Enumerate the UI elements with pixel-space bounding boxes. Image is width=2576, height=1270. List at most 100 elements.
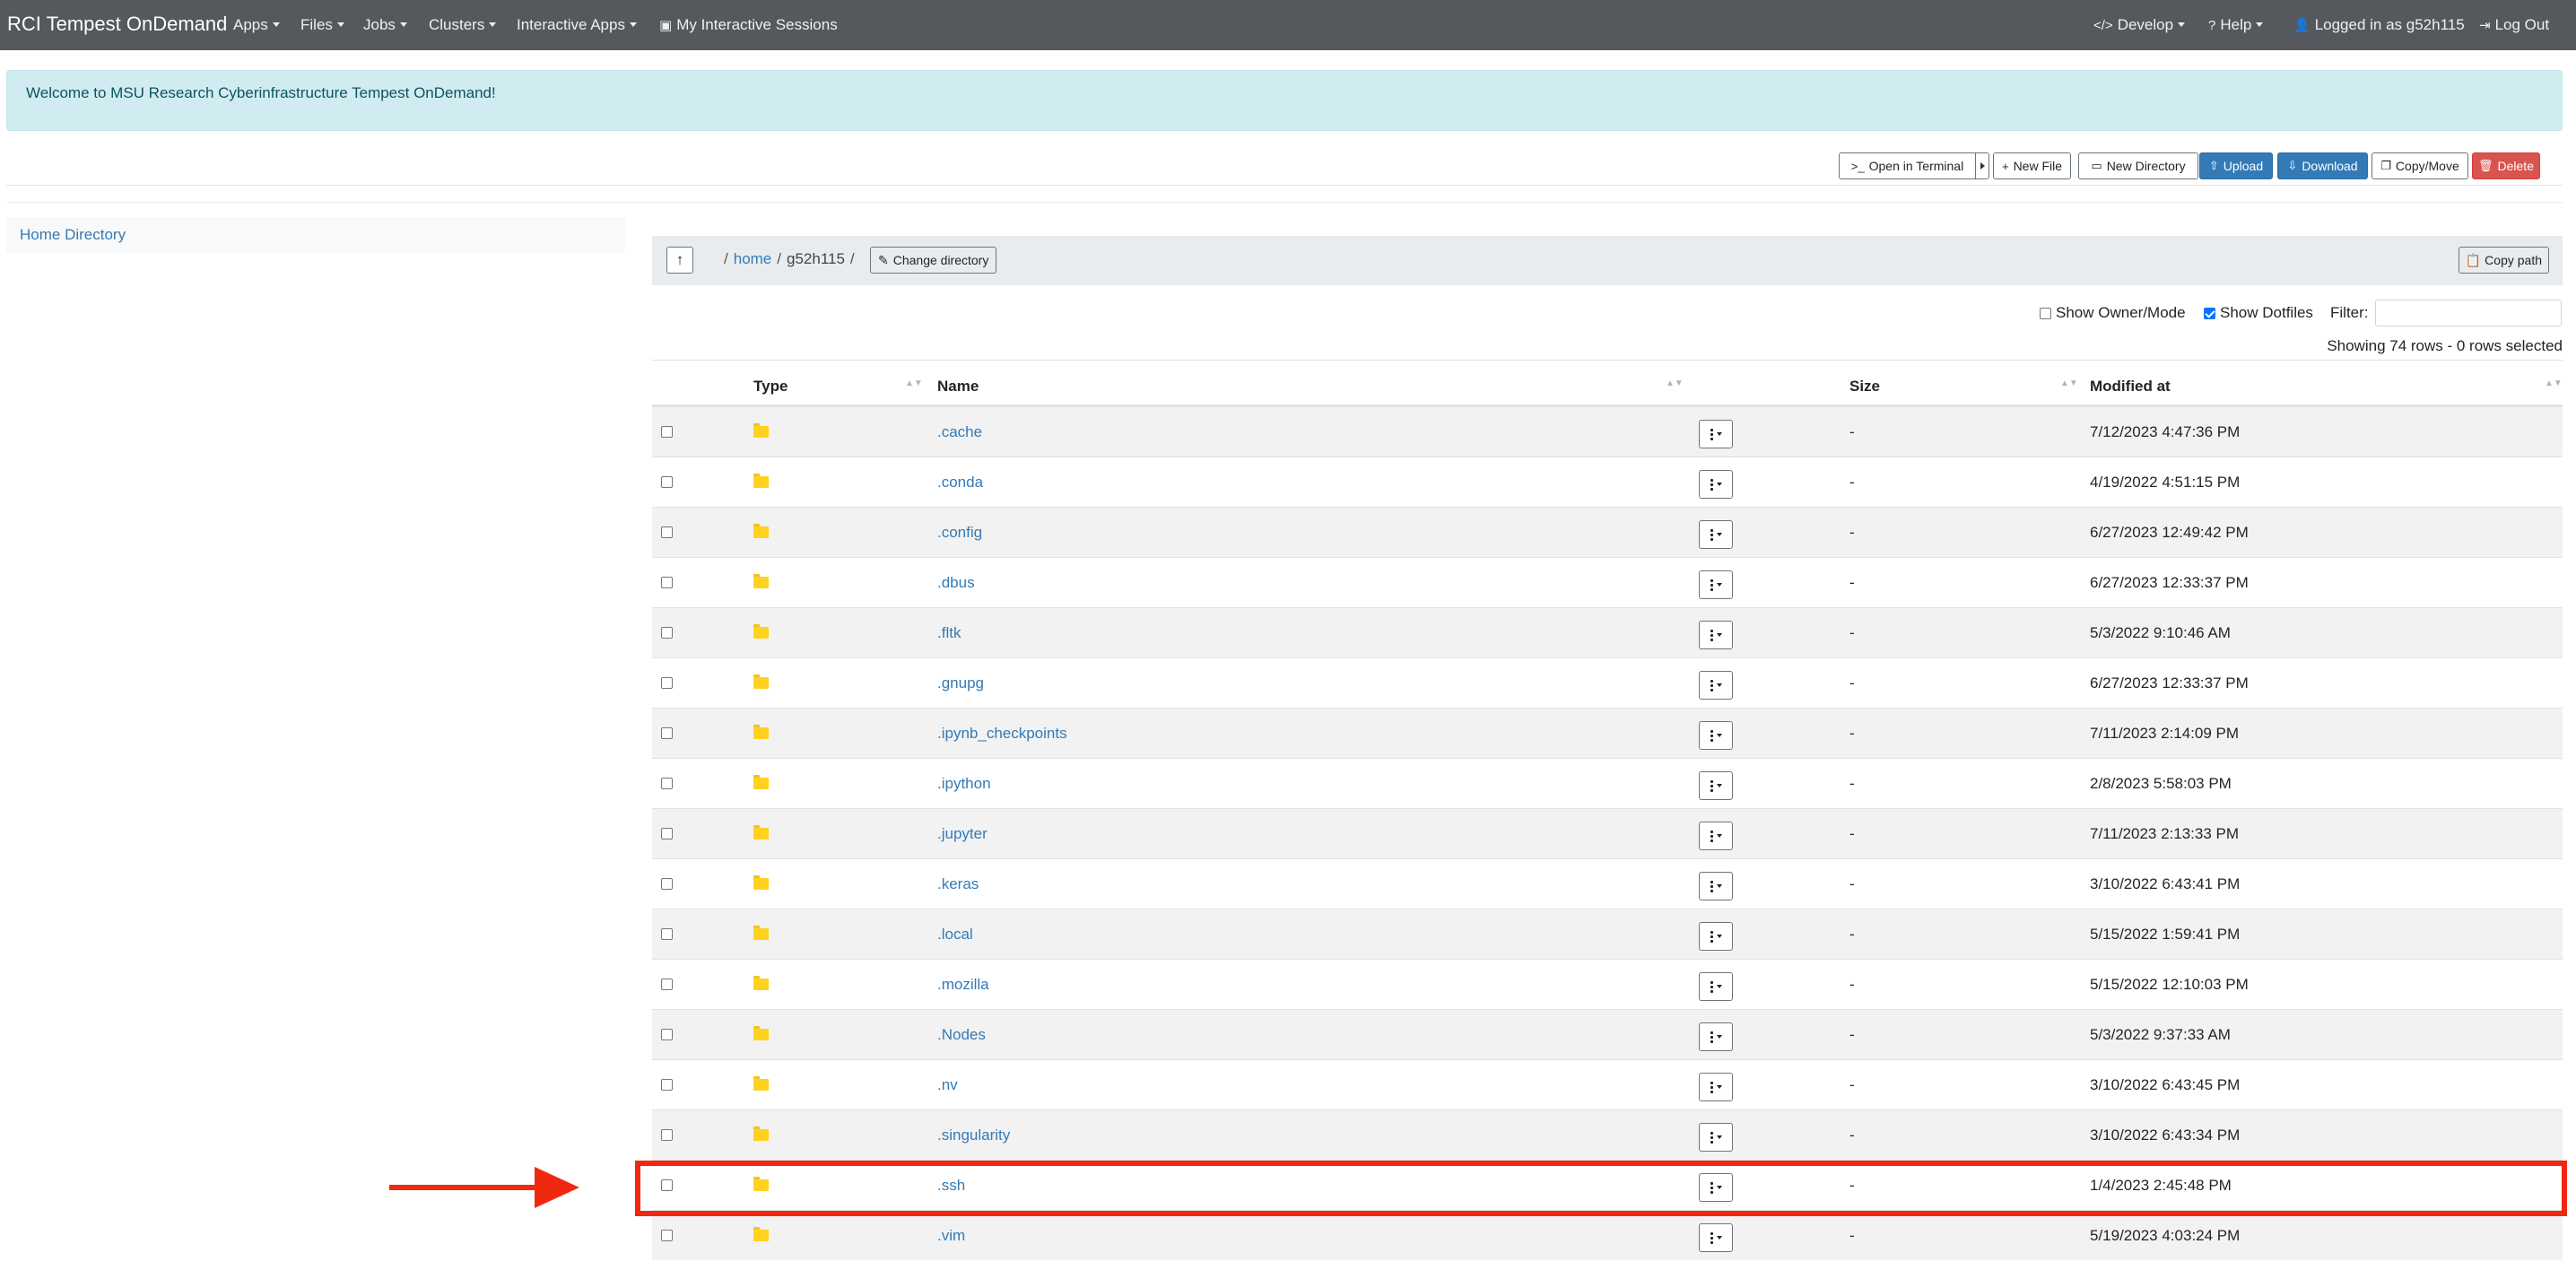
row-actions-button[interactable]: [1699, 972, 1733, 1001]
table-row[interactable]: .local - 5/15/2022 1:59:41 PM: [652, 909, 2563, 959]
file-name-link[interactable]: .keras: [937, 875, 979, 893]
nav-apps-menu[interactable]: Apps: [233, 16, 280, 34]
file-name-link[interactable]: .vim: [937, 1227, 965, 1245]
copy-path-button[interactable]: 📋 Copy path: [2458, 247, 2549, 274]
file-name-link[interactable]: .cache: [937, 423, 982, 441]
table-row[interactable]: .singularity - 3/10/2022 6:43:34 PM: [652, 1109, 2563, 1160]
column-header-modified[interactable]: Modified at: [2090, 378, 2171, 396]
file-name-link[interactable]: .ipython: [937, 775, 991, 793]
nav-develop-menu[interactable]: </> Develop: [2093, 16, 2186, 34]
show-dotfiles-toggle[interactable]: Show Dotfiles: [2204, 304, 2313, 322]
table-row[interactable]: .mozilla - 5/15/2022 12:10:03 PM: [652, 959, 2563, 1009]
row-select-checkbox[interactable]: [661, 1029, 673, 1040]
row-select-checkbox[interactable]: [661, 778, 673, 789]
breadcrumb-home[interactable]: home: [734, 250, 772, 267]
sort-icon[interactable]: ▲▼: [2060, 378, 2078, 388]
delete-button[interactable]: 🗑 Delete: [2472, 152, 2540, 179]
row-actions-button[interactable]: [1699, 470, 1733, 499]
row-actions-button[interactable]: [1699, 671, 1733, 700]
table-row[interactable]: .config - 6/27/2023 12:49:42 PM: [652, 507, 2563, 557]
table-row[interactable]: .ipython - 2/8/2023 5:58:03 PM: [652, 758, 2563, 808]
file-name-link[interactable]: .dbus: [937, 574, 975, 592]
row-select-checkbox[interactable]: [661, 979, 673, 990]
upload-button[interactable]: ⇧ Upload: [2199, 152, 2273, 179]
row-actions-button[interactable]: [1699, 1022, 1733, 1051]
row-actions-button[interactable]: [1699, 922, 1733, 951]
new-directory-button[interactable]: ▭ New Directory: [2078, 152, 2198, 179]
table-row[interactable]: .conda - 4/19/2022 4:51:15 PM: [652, 457, 2563, 507]
row-select-checkbox[interactable]: [661, 577, 673, 588]
table-row[interactable]: .fltk - 5/3/2022 9:10:46 AM: [652, 607, 2563, 657]
file-name-link[interactable]: .jupyter: [937, 825, 988, 843]
nav-files-menu[interactable]: Files: [300, 16, 344, 34]
row-select-checkbox[interactable]: [661, 426, 673, 438]
nav-clusters-menu[interactable]: Clusters: [429, 16, 497, 34]
row-actions-button[interactable]: [1699, 621, 1733, 649]
show-owner-mode-checkbox[interactable]: [2040, 307, 2051, 319]
row-actions-button[interactable]: [1699, 570, 1733, 599]
file-name-link[interactable]: .singularity: [937, 1126, 1010, 1144]
file-name-link[interactable]: .Nodes: [937, 1026, 986, 1044]
nav-interactive-apps-menu[interactable]: Interactive Apps: [517, 16, 637, 34]
show-dotfiles-checkbox[interactable]: [2204, 307, 2215, 319]
table-row[interactable]: .nv - 3/10/2022 6:43:45 PM: [652, 1059, 2563, 1109]
row-actions-button[interactable]: [1699, 1123, 1733, 1152]
show-owner-mode-toggle[interactable]: Show Owner/Mode: [2040, 304, 2186, 322]
row-actions-button[interactable]: [1699, 520, 1733, 549]
column-header-type[interactable]: Type: [753, 378, 788, 396]
table-row[interactable]: .keras - 3/10/2022 6:43:41 PM: [652, 858, 2563, 909]
row-select-checkbox[interactable]: [661, 677, 673, 689]
copy-move-button[interactable]: ❐ Copy/Move: [2371, 152, 2468, 179]
download-button[interactable]: ⇩ Download: [2277, 152, 2368, 179]
sort-icon[interactable]: ▲▼: [905, 378, 923, 388]
filter-input[interactable]: [2375, 300, 2562, 326]
row-select-checkbox[interactable]: [661, 727, 673, 739]
new-file-button[interactable]: + New File: [1993, 152, 2071, 179]
file-name-link[interactable]: .config: [937, 524, 982, 542]
column-header-name[interactable]: Name: [937, 378, 979, 396]
row-actions-button[interactable]: [1699, 420, 1733, 448]
file-name-link[interactable]: .gnupg: [937, 674, 984, 692]
logout-link[interactable]: ⇥ Log Out: [2479, 16, 2549, 34]
nav-my-sessions-link[interactable]: ▣ My Interactive Sessions: [659, 16, 838, 34]
row-actions-button[interactable]: [1699, 1073, 1733, 1101]
sidebar-item-home-directory[interactable]: Home Directory: [20, 226, 126, 244]
terminal-dropdown-toggle[interactable]: [1975, 152, 1989, 179]
file-name-link[interactable]: .local: [937, 926, 973, 944]
row-select-checkbox[interactable]: [661, 476, 673, 488]
nav-jobs-menu[interactable]: Jobs: [363, 16, 407, 34]
row-select-checkbox[interactable]: [661, 526, 673, 538]
row-actions-button[interactable]: [1699, 771, 1733, 800]
table-row[interactable]: .dbus - 6/27/2023 12:33:37 PM: [652, 557, 2563, 607]
row-select-checkbox[interactable]: [661, 1230, 673, 1241]
row-actions-button[interactable]: [1699, 721, 1733, 750]
row-select-checkbox[interactable]: [661, 928, 673, 940]
row-actions-button[interactable]: [1699, 1223, 1733, 1252]
row-actions-button[interactable]: [1699, 822, 1733, 850]
file-name-link[interactable]: .ipynb_checkpoints: [937, 725, 1067, 743]
table-row[interactable]: .jupyter - 7/11/2023 2:13:33 PM: [652, 808, 2563, 858]
table-row[interactable]: .vim - 5/19/2023 4:03:24 PM: [652, 1210, 2563, 1260]
table-row[interactable]: .ipynb_checkpoints - 7/11/2023 2:14:09 PM: [652, 708, 2563, 758]
sort-icon[interactable]: ▲▼: [2545, 378, 2563, 388]
brand-link[interactable]: RCI Tempest OnDemand: [7, 13, 227, 36]
row-select-checkbox[interactable]: [661, 828, 673, 839]
file-name-link[interactable]: .nv: [937, 1076, 958, 1094]
row-select-checkbox[interactable]: [661, 1079, 673, 1091]
parent-directory-button[interactable]: ↑: [666, 247, 693, 274]
row-select-checkbox[interactable]: [661, 627, 673, 639]
open-in-terminal-button[interactable]: >_ Open in Terminal: [1839, 152, 1976, 179]
column-header-size[interactable]: Size: [1849, 378, 1880, 396]
file-name-link[interactable]: .conda: [937, 474, 983, 491]
row-select-checkbox[interactable]: [661, 1129, 673, 1141]
row-select-checkbox[interactable]: [661, 878, 673, 890]
nav-help-menu[interactable]: ? Help: [2208, 16, 2264, 34]
table-row[interactable]: .Nodes - 5/3/2022 9:37:33 AM: [652, 1009, 2563, 1059]
table-row[interactable]: .cache - 7/12/2023 4:47:36 PM: [652, 406, 2563, 457]
file-name-link[interactable]: .fltk: [937, 624, 961, 642]
sort-icon[interactable]: ▲▼: [1666, 378, 1684, 388]
row-actions-button[interactable]: [1699, 872, 1733, 900]
table-row[interactable]: .gnupg - 6/27/2023 12:33:37 PM: [652, 657, 2563, 708]
file-name-link[interactable]: .mozilla: [937, 976, 989, 994]
change-directory-button[interactable]: ✎ Change directory: [870, 247, 997, 274]
